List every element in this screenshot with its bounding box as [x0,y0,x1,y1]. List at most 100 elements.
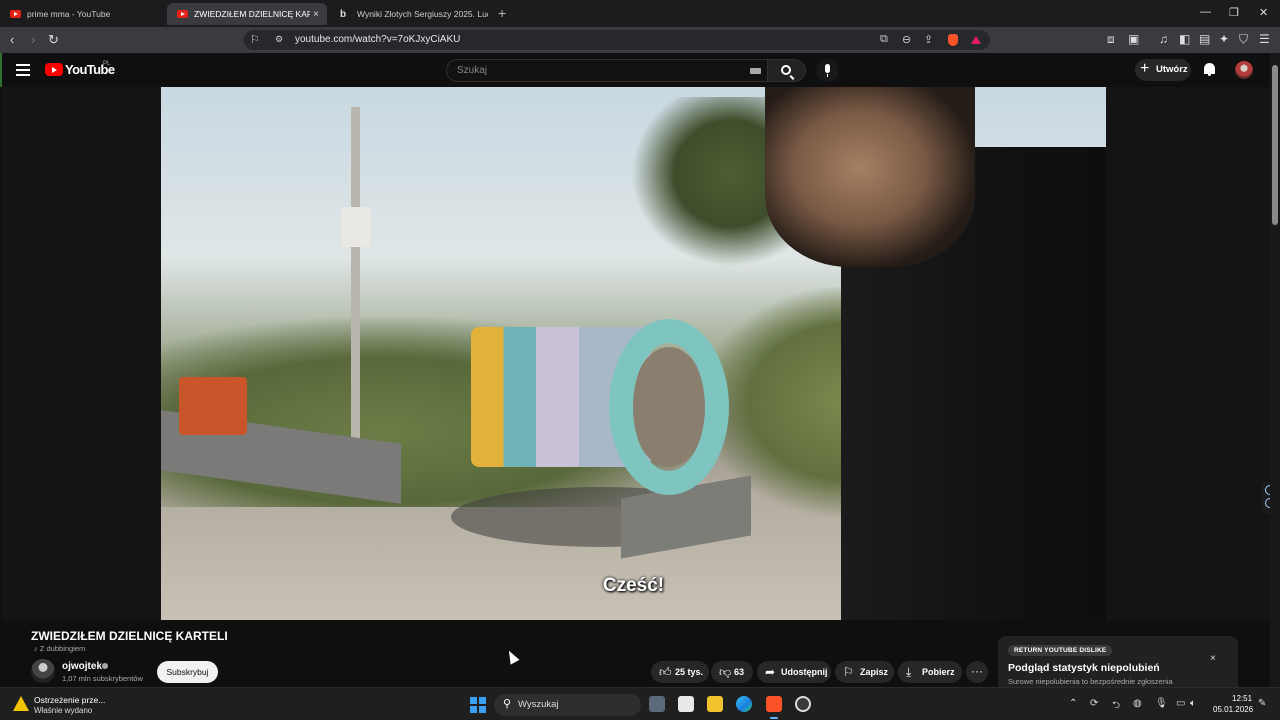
back-tray-icon[interactable]: ⮌ [1112,698,1120,715]
tab-label: prime mma - YouTube [27,9,111,19]
subscribe-button[interactable]: Subskrybuj [157,661,218,683]
like-button[interactable]: 👍︎ 25 tys. [651,661,709,683]
chatgpt-app-icon[interactable] [795,696,811,712]
taskbar-search-label: Wyszukaj [518,699,559,710]
back-arrow-icon[interactable]: ‹ [10,32,14,47]
notifications-bell-icon[interactable] [1204,63,1215,76]
windows-taskbar: Ostrzeżenie prze... Właśnie wydano ⚲ Wys… [0,687,1280,720]
leo-ai-icon[interactable]: ✦ [1219,32,1229,46]
tab-zlote-sergiusze[interactable]: b Wyniki Złotych Sergiuszy 2025. Ludzi [330,3,488,25]
dislike-count: 63 [734,667,745,677]
ryd-close-button[interactable]: × [1210,653,1216,664]
tab-label: Wyniki Złotych Sergiuszy 2025. Ludzi [357,9,488,19]
sync-icon[interactable]: ⟳ [1090,698,1098,709]
download-icon: ⤓ [906,665,912,679]
keyboard-icon[interactable] [750,68,761,74]
video-frame-pole [351,107,360,467]
download-button[interactable]: ⤓ Pobierz [898,661,962,683]
microsoft-store-icon[interactable] [678,696,694,712]
tray-overflow-icon[interactable]: ⌃ [1069,698,1077,709]
thumbs-down-icon: 👎︎ [719,665,732,679]
ryd-subtitle: Surowe niepolubienia to bezpośrednie zgł… [1008,677,1173,686]
share-page-icon[interactable]: ⇪ [924,33,933,46]
like-count: 25 tys. [675,667,704,677]
url-text[interactable]: youtube.com/watch?v=7oKJxyCiAKU [295,34,460,45]
share-icon: ➦ [765,665,776,679]
windows-start-icon[interactable] [470,697,486,713]
close-tab-icon[interactable]: × [313,9,319,20]
search-button[interactable] [768,59,806,82]
youtube-favicon-icon [10,10,21,18]
forward-arrow-icon[interactable]: › [31,32,35,47]
youtube-logo-icon[interactable] [45,63,63,76]
browser-toolbar: ‹ › ↻ ⚐ ⚙ youtube.com/watch?v=7oKJxyCiAK… [0,27,1280,53]
dislike-button[interactable]: 👎︎ 63 [711,661,753,683]
clock-date[interactable]: 05.01.2026 [1213,705,1253,714]
reload-icon[interactable]: ↻ [48,32,59,48]
taskbar-search[interactable]: ⚲ Wyszukaj [494,694,641,716]
dubbing-badge: ♪ Z dubbingiem [34,644,86,653]
video-frame-bus [179,377,247,435]
search-icon [781,65,791,75]
screenshot-icon[interactable]: ▣ [1128,32,1139,46]
search-input[interactable]: Szukaj [446,59,768,82]
close-window-button[interactable]: ✕ [1259,6,1268,19]
menu-icon[interactable]: ☰ [1259,32,1270,46]
search-icon: ⚲ [503,698,512,710]
hamburger-menu-icon[interactable] [16,64,30,79]
download-label: Pobierz [922,667,955,677]
tab-active-video[interactable]: ZWIEDZIŁEM DZIELNICĘ KARTELI × [167,3,327,25]
wallet-icon[interactable]: ▤ [1199,32,1210,46]
scrollbar-thumb[interactable] [1272,65,1278,225]
brave-shields-icon[interactable] [948,34,958,46]
sidebar-icon[interactable]: ◧ [1179,32,1190,46]
open-in-app-icon[interactable]: ⧉ [880,33,888,46]
zoom-icon[interactable]: ⊖ [902,33,911,46]
channel-name[interactable]: ojwojtek [62,661,102,672]
youtube-favicon-icon [177,10,188,18]
account-avatar[interactable] [1235,61,1253,79]
vpn-icon[interactable]: ⛉ [1239,32,1248,47]
network-icon[interactable]: ▭ [1176,698,1185,709]
address-bar[interactable]: ⚐ ⚙ youtube.com/watch?v=7oKJxyCiAKU ⧉ ⊖ … [244,30,990,50]
save-button[interactable]: ⚐ Zapisz [835,661,894,683]
more-actions-button[interactable]: ··· [966,661,988,683]
edge-browser-icon[interactable] [736,696,752,712]
warning-icon[interactable] [13,696,29,711]
country-code: PL [103,61,111,67]
plus-icon: + [1140,60,1150,77]
video-frame-pole-box [341,207,371,247]
maximize-button[interactable]: ❐ [1229,6,1239,19]
file-explorer-icon[interactable] [707,696,723,712]
brave-rewards-icon[interactable] [971,36,981,44]
video-player[interactable]: Cześć! [161,87,1106,620]
bookmark-icon[interactable]: ⚐ [250,33,260,46]
microphone-icon[interactable]: 🎙︎ [1155,698,1168,709]
video-frame-letter-o [609,319,729,495]
notification-subtitle[interactable]: Właśnie wydano [34,706,92,715]
create-button[interactable]: + Utwórz [1135,59,1191,81]
notification-center-icon[interactable]: ✎ [1258,698,1266,709]
tab-label: ZWIEDZIŁEM DZIELNICĘ KARTELI [194,9,310,19]
page-scrollbar[interactable] [1270,53,1280,687]
volume-icon[interactable]: 🔈︎ [1190,698,1196,709]
voice-search-button[interactable] [816,59,839,82]
save-label: Zapisz [860,667,889,677]
notification-title[interactable]: Ostrzeżenie prze... [34,695,105,705]
new-tab-button[interactable]: + [498,5,506,21]
thumbs-up-icon: 👍︎ [659,665,672,679]
task-view-icon[interactable] [649,696,665,712]
dubbing-label: Z dubbingiem [39,644,86,653]
search-placeholder: Szukaj [457,65,488,76]
youtube-masthead: YouTube PL Szukaj + Utwórz [0,53,1280,87]
brave-browser-icon[interactable] [766,696,782,719]
minimize-button[interactable]: — [1200,6,1211,18]
media-icon[interactable]: ♫ [1159,32,1168,46]
site-settings-icon[interactable]: ⚙ [275,34,283,45]
share-button[interactable]: ➦ Udostępnij [757,661,831,683]
extensions-icon[interactable]: ⧈ [1107,32,1115,47]
clock-time[interactable]: 12:51 [1232,694,1252,703]
channel-avatar[interactable] [31,659,55,683]
tab-prime-mma[interactable]: prime mma - YouTube [0,3,165,25]
steam-icon[interactable]: ◍ [1133,698,1142,709]
